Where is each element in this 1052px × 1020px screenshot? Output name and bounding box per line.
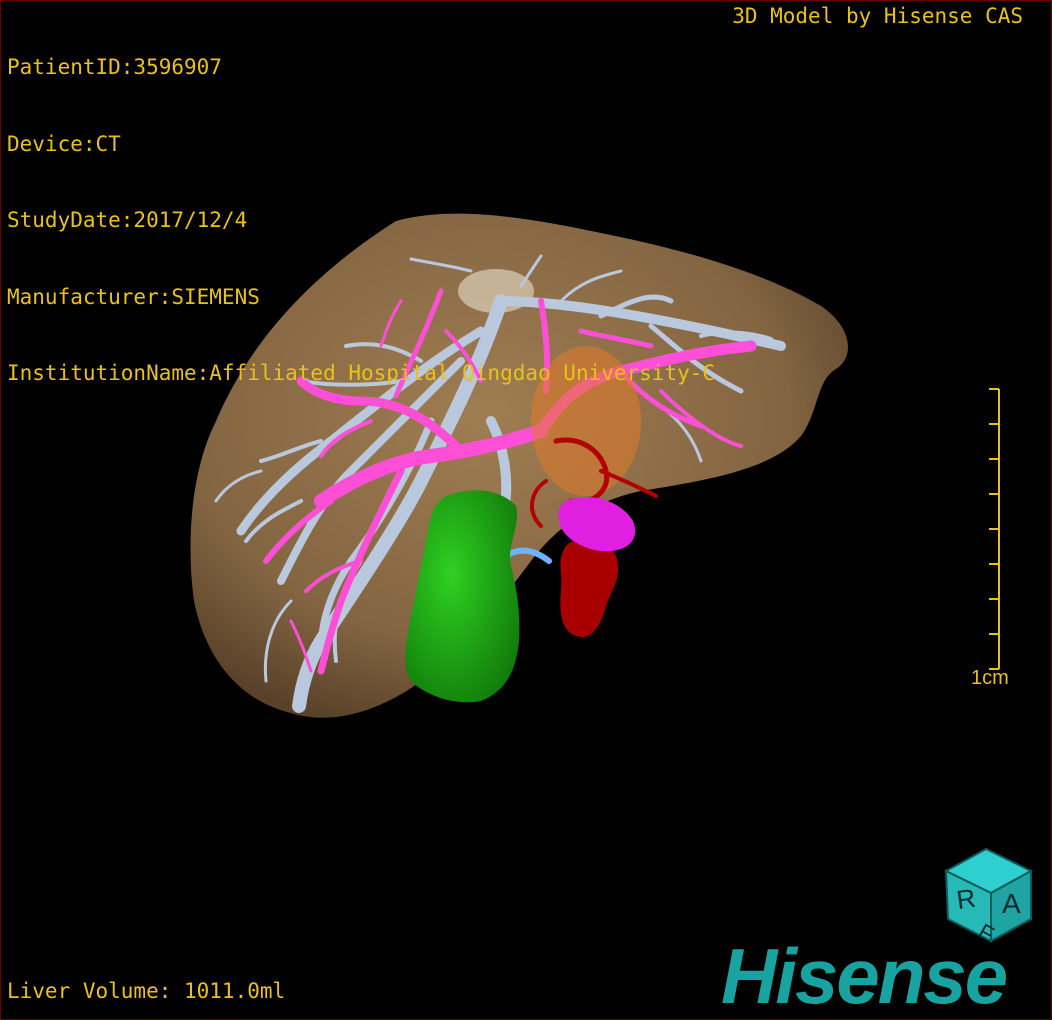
3d-viewport[interactable]: PatientID:3596907 Device:CT StudyDate:20…	[0, 0, 1052, 1020]
device: Device:CT	[7, 131, 121, 156]
manufacturer: Manufacturer:SIEMENS	[7, 284, 260, 309]
hisense-logo: Hisense	[721, 932, 1008, 1020]
scale-label: 1cm	[971, 667, 1009, 689]
patient-id: PatientID:3596907	[7, 55, 222, 79]
scale-bar	[989, 388, 1000, 670]
liver-volume: Liver Volume: 1011.0ml	[7, 979, 286, 1003]
study-date: StudyDate:2017/12/4	[7, 208, 248, 232]
cube-face-a: A	[1002, 888, 1021, 919]
dicom-info: PatientID:3596907 Device:CT StudyDate:20…	[7, 4, 715, 438]
model-credit: 3D Model by Hisense CAS	[732, 4, 1023, 28]
aorta	[560, 537, 619, 637]
institution-name: InstitutionName:Affiliated Hospital Qing…	[7, 361, 716, 385]
